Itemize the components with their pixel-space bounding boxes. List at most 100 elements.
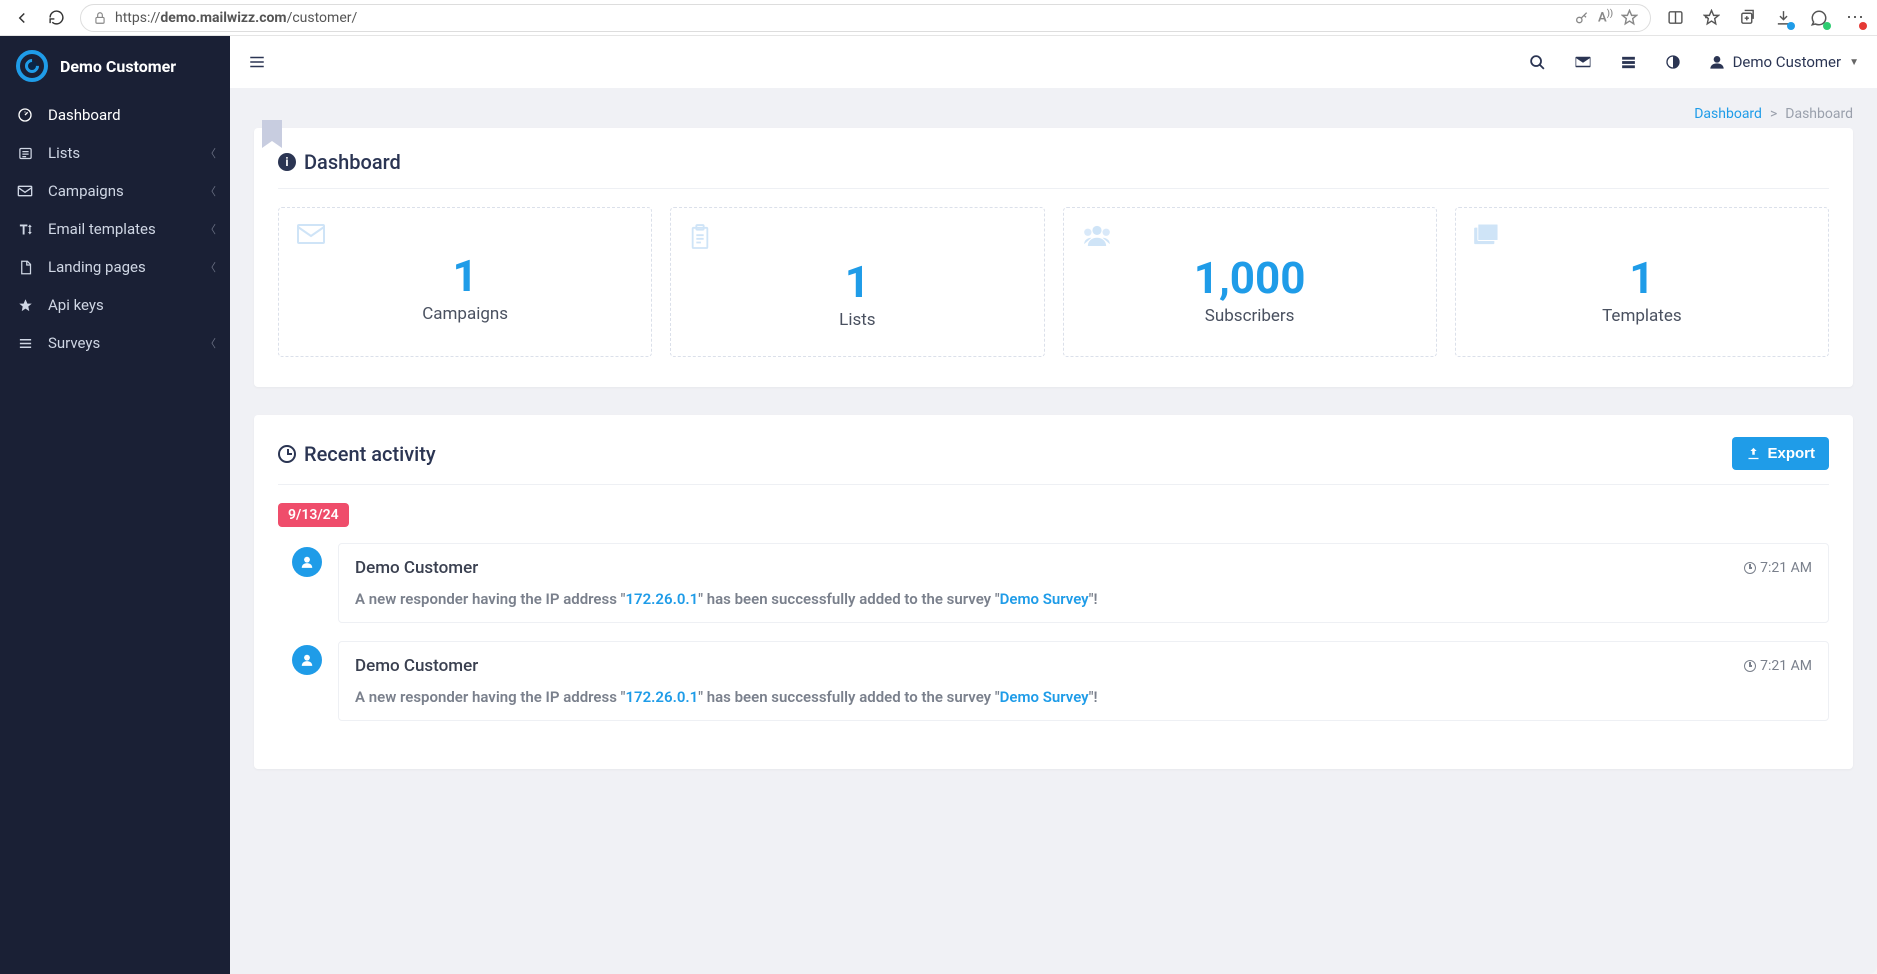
activity-body: Demo Customer7:21 AMA new responder havi… <box>338 641 1829 721</box>
stat-value: 1 <box>1474 252 1810 304</box>
sidebar-item-landing-pages[interactable]: Landing pages 〈 <box>0 248 230 286</box>
user-name: Demo Customer <box>1733 53 1842 71</box>
recent-activity-panel: Recent activity Export 9/13/24 Demo Cust… <box>254 415 1853 769</box>
caret-down-icon: ▼ <box>1849 57 1859 68</box>
sidebar-item-label: Campaigns <box>48 182 124 200</box>
sidebar-item-label: Email templates <box>48 220 156 238</box>
breadcrumb-link[interactable]: Dashboard <box>1694 106 1762 122</box>
favorites-icon[interactable] <box>1701 8 1721 28</box>
search-icon[interactable] <box>1529 54 1546 71</box>
contrast-icon[interactable] <box>1665 54 1681 70</box>
stat-value: 1 <box>689 256 1025 308</box>
sidebar-item-campaigns[interactable]: Campaigns 〈 <box>0 172 230 210</box>
url-text: https://demo.mailwizz.com/customer/ <box>115 10 1566 26</box>
file-icon <box>16 260 34 275</box>
browser-chrome: https://demo.mailwizz.com/customer/ A)) … <box>0 0 1877 36</box>
sidebar-toggle-button[interactable] <box>248 53 266 71</box>
user-avatar-icon <box>292 547 322 577</box>
topbar: Demo Customer ▼ <box>230 36 1877 88</box>
more-icon[interactable]: ⋯ <box>1845 8 1865 28</box>
user-icon <box>1709 54 1725 70</box>
favorite-icon[interactable] <box>1621 9 1638 26</box>
clipboard-icon <box>689 224 1025 250</box>
stat-label: Campaigns <box>297 304 633 324</box>
envelope-icon <box>16 183 34 199</box>
recent-title: Recent activity <box>278 442 436 466</box>
activity-ip-link[interactable]: 172.26.0.1 <box>625 688 698 706</box>
stat-value: 1,000 <box>1082 252 1418 304</box>
envelope-icon <box>297 224 633 244</box>
activity-ip-link[interactable]: 172.26.0.1 <box>625 590 698 608</box>
activity-date-badge: 9/13/24 <box>278 503 349 527</box>
brand-name: Demo Customer <box>60 57 176 76</box>
gauge-icon <box>16 107 34 123</box>
stat-value: 1 <box>297 250 633 302</box>
back-button[interactable] <box>12 8 32 28</box>
downloads-icon[interactable] <box>1773 8 1793 28</box>
sidebar-item-label: Landing pages <box>48 258 146 276</box>
export-button[interactable]: Export <box>1732 437 1829 470</box>
star-icon <box>16 298 34 313</box>
chevron-left-icon: 〈 <box>205 145 216 161</box>
user-avatar-icon <box>292 645 322 675</box>
chevron-left-icon: 〈 <box>205 183 216 199</box>
read-aloud-icon[interactable]: A)) <box>1598 9 1613 25</box>
chevron-left-icon: 〈 <box>205 221 216 237</box>
lock-icon <box>93 11 107 25</box>
list-alt-icon <box>16 146 34 161</box>
activity-list: Demo Customer 7:21 AM A new responder havi… <box>278 543 1829 721</box>
stat-card-lists[interactable]: 1Lists <box>670 207 1044 357</box>
clock-icon <box>278 445 296 463</box>
export-icon <box>1746 446 1761 461</box>
activity-message: A new responder having the IP address "1… <box>355 590 1812 608</box>
breadcrumb-sep: > <box>1770 106 1777 122</box>
activity-survey-link[interactable]: Demo Survey <box>1000 688 1089 706</box>
mail-icon[interactable] <box>1574 53 1592 71</box>
stat-card-subscribers[interactable]: 1,000Subscribers <box>1063 207 1437 357</box>
refresh-button[interactable] <box>46 8 66 28</box>
activity-body: Demo Customer 7:21 AM A new responder havi… <box>338 543 1829 623</box>
stats-row: 1Campaigns1Lists1,000Subscribers1Templat… <box>278 207 1829 357</box>
brand[interactable]: Demo Customer <box>0 36 230 96</box>
chevron-left-icon: 〈 <box>205 259 216 275</box>
stat-label: Templates <box>1474 306 1810 326</box>
sidebar-item-label: Surveys <box>48 334 100 352</box>
content: Dashboard > Dashboard i Dashboard 1Campa… <box>230 88 1877 815</box>
nav: DashboardLists〈Campaigns〈Email templates… <box>0 96 230 362</box>
collections-icon[interactable] <box>1737 8 1757 28</box>
split-screen-icon[interactable] <box>1665 8 1685 28</box>
key-icon[interactable] <box>1574 10 1590 26</box>
sidebar-item-label: Api keys <box>48 296 104 314</box>
url-bar[interactable]: https://demo.mailwizz.com/customer/ A)) <box>80 4 1651 32</box>
sidebar-item-api-keys[interactable]: Api keys <box>0 286 230 324</box>
stat-card-templates[interactable]: 1Templates <box>1455 207 1829 357</box>
chevron-left-icon: 〈 <box>205 335 216 351</box>
text-height-icon <box>16 222 34 237</box>
breadcrumb: Dashboard > Dashboard <box>254 106 1853 122</box>
activity-user: Demo Customer <box>355 656 478 676</box>
bookmark-icon <box>262 120 282 148</box>
sidebar-item-surveys[interactable]: Surveys 〈 <box>0 324 230 362</box>
user-menu[interactable]: Demo Customer ▼ <box>1709 53 1859 71</box>
sidebar-item-email-templates[interactable]: Email templates 〈 <box>0 210 230 248</box>
extension-icon[interactable] <box>1809 8 1829 28</box>
sidebar-item-dashboard[interactable]: Dashboard <box>0 96 230 134</box>
activity-item: Demo Customer7:21 AMA new responder havi… <box>278 641 1829 721</box>
activity-user: Demo Customer <box>355 558 478 578</box>
windows-icon <box>1474 224 1810 246</box>
brand-logo-icon <box>16 50 48 82</box>
activity-time: 7:21 AM <box>1744 560 1812 576</box>
list-icon[interactable] <box>1620 54 1637 71</box>
clock-icon <box>1744 660 1756 672</box>
activity-survey-link[interactable]: Demo Survey <box>1000 590 1089 608</box>
clock-icon <box>1744 562 1756 574</box>
sidebar-item-lists[interactable]: Lists 〈 <box>0 134 230 172</box>
chrome-actions: ⋯ <box>1665 8 1865 28</box>
bars-icon <box>16 336 34 351</box>
info-icon: i <box>278 153 296 171</box>
stat-card-campaigns[interactable]: 1Campaigns <box>278 207 652 357</box>
sidebar: Demo Customer DashboardLists〈Campaigns〈E… <box>0 36 230 974</box>
users-icon <box>1082 224 1418 246</box>
sidebar-item-label: Lists <box>48 144 80 162</box>
stat-label: Subscribers <box>1082 306 1418 326</box>
